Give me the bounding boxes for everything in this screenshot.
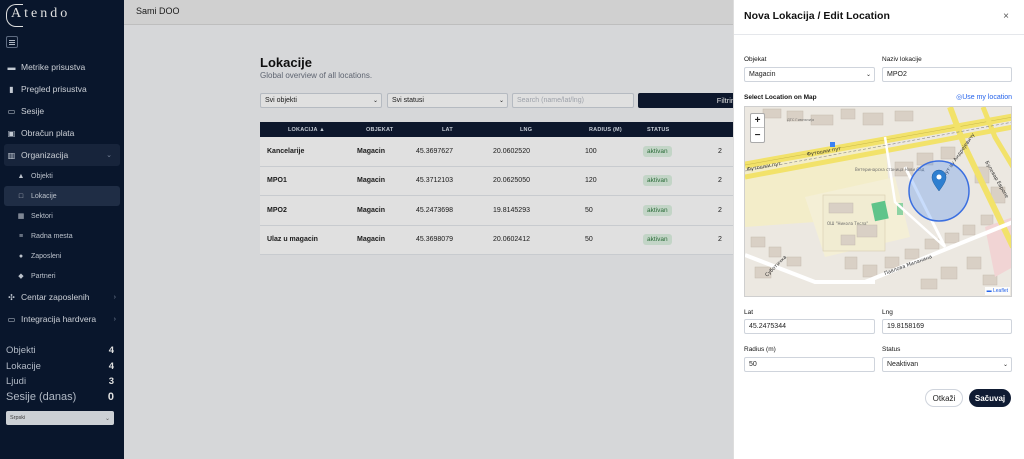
chevron-down-icon: ⌄: [865, 72, 871, 78]
cancel-button[interactable]: Otkaži: [925, 389, 963, 407]
radius-input[interactable]: 50: [744, 357, 875, 372]
zoom-in-button[interactable]: +: [751, 114, 764, 128]
chevron-down-icon: ⌄: [1002, 362, 1008, 368]
map-poi-label: Ветеринарска станица Нови Сад: [855, 167, 925, 172]
map-tiles: Футошки пут Футошки пут Пут ау Андрејеви…: [745, 107, 1011, 296]
object-select-value: Magacin: [749, 71, 776, 78]
modal-divider: [734, 34, 1024, 35]
modal-backdrop[interactable]: [0, 0, 733, 459]
status-select[interactable]: Neaktivan ⌄: [882, 357, 1012, 372]
save-button[interactable]: Sačuvaj: [969, 389, 1011, 407]
zoom-out-button[interactable]: −: [751, 128, 764, 142]
lat-input[interactable]: 45.2475344: [744, 319, 875, 334]
close-icon[interactable]: ×: [1003, 11, 1009, 22]
map-poi-label: ДТС Гимназија: [787, 118, 814, 122]
use-my-location-text: Use my location: [962, 94, 1012, 101]
lng-input[interactable]: 19.8158169: [882, 319, 1012, 334]
map-attribution[interactable]: ▬ Leaflet: [984, 287, 1010, 295]
lat-value: 45.2475344: [749, 323, 786, 330]
location-name-value: MPO2: [887, 71, 907, 78]
status-label: Status: [882, 346, 901, 353]
location-map[interactable]: Футошки пут Футошки пут Пут ау Андрејеви…: [744, 106, 1012, 297]
lng-value: 19.8158169: [887, 323, 924, 330]
map-label: Select Location on Map: [744, 94, 817, 101]
lng-label: Lng: [882, 309, 893, 316]
attribution-text: Leaflet: [992, 288, 1008, 294]
location-name-label: Naziv lokacije: [882, 56, 922, 63]
radius-value: 50: [749, 361, 757, 368]
modal-title: Nova Lokacija / Edit Location: [744, 10, 890, 22]
zoom-control: + −: [750, 113, 765, 143]
object-select[interactable]: Magacin ⌄: [744, 67, 875, 82]
lat-label: Lat: [744, 309, 754, 316]
use-my-location-link[interactable]: ◎Use my location: [956, 93, 1012, 101]
object-label: Objekat: [744, 56, 767, 63]
location-name-input[interactable]: MPO2: [882, 67, 1012, 82]
map-poi-label: ОШ "Никола Тесла": [827, 221, 868, 226]
radius-label: Radius (m): [744, 346, 776, 353]
status-select-value: Neaktivan: [887, 361, 919, 368]
